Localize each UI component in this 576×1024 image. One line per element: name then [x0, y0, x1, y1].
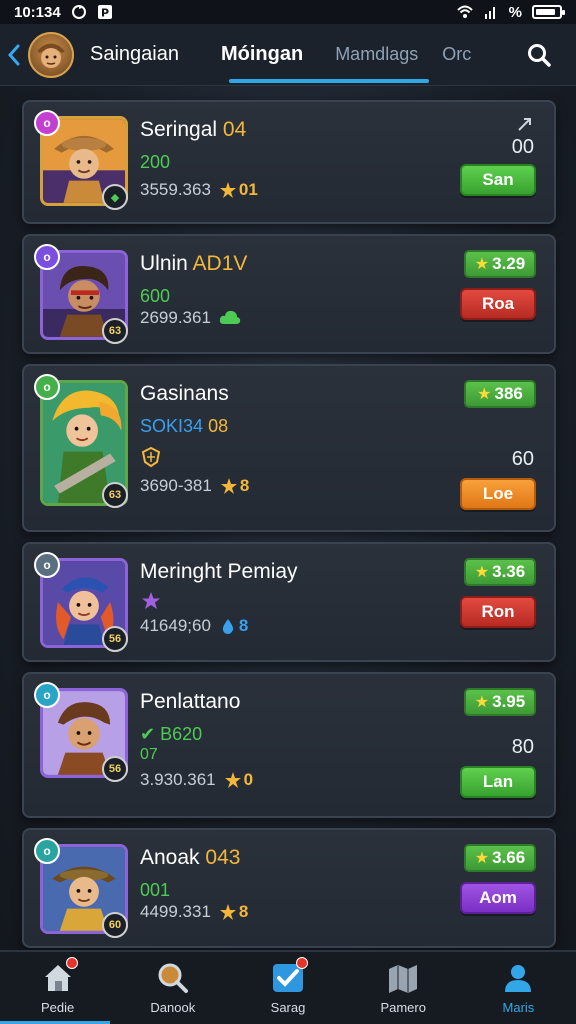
tab-moingan[interactable]: Móingan: [209, 24, 315, 85]
player-avatar[interactable]: [28, 31, 74, 78]
level-badge: ◆: [102, 184, 128, 210]
action-button[interactable]: Loe: [460, 478, 536, 510]
action-button[interactable]: San: [460, 164, 536, 196]
item-count: 00: [511, 136, 534, 158]
active-tab-indicator: [229, 79, 429, 83]
chevron-left-icon: [7, 44, 20, 65]
character-meta: 3690-381 8: [140, 476, 250, 496]
character-meta: 2699.361: [140, 308, 241, 328]
character-name: Ulnin AD1V: [140, 252, 248, 275]
nav-item-pedie[interactable]: Pedie: [0, 952, 115, 1024]
nav-item-pamero[interactable]: Pamero: [346, 952, 461, 1024]
battery-percent: %: [508, 3, 522, 21]
check-icon: [270, 957, 308, 995]
character-name: Meringht Pemiay: [140, 560, 298, 583]
clock: 10:134: [14, 3, 61, 21]
battery-icon: [532, 5, 565, 19]
top-header: Saingaian Móingan Mamdlags Orc: [0, 24, 576, 86]
action-button[interactable]: Lan: [460, 766, 536, 798]
level-badge: 60: [102, 912, 128, 938]
item-count: 80: [511, 736, 534, 758]
star-burst-icon: [219, 182, 236, 198]
coin-reward: 8: [219, 616, 248, 636]
action-button[interactable]: Aom: [460, 882, 536, 914]
rating-badge: ★ 386: [464, 380, 536, 408]
list-item[interactable]: o 60 Anoak 043 001 4499.331 8 ★ 3.66 Aom: [22, 828, 556, 948]
search-button[interactable]: [516, 32, 562, 78]
list-item[interactable]: o ◆ Seringal 04 200 3559.363 01 00 San: [22, 100, 556, 224]
list-item[interactable]: o 63 Gasinans SOKI34 08 3690-381 8 ★ 386 …: [22, 364, 556, 532]
search-icon: [528, 43, 551, 67]
character-name: Penlattano: [140, 690, 241, 713]
cloud-icon: [219, 310, 241, 324]
tab-saingaian[interactable]: Saingaian: [78, 24, 191, 85]
coin-reward: 0: [224, 770, 253, 790]
character-subscore: 07: [140, 746, 158, 763]
profile-icon: [500, 961, 536, 995]
character-face-icon: [37, 43, 65, 68]
wifi-icon: [456, 4, 473, 20]
rank-badge: o: [34, 838, 60, 864]
character-name: Anoak 043: [140, 846, 241, 869]
back-button[interactable]: [2, 35, 26, 75]
star-burst-icon: [224, 772, 241, 788]
character-score: 200: [140, 152, 171, 172]
star-burst-icon: [220, 478, 237, 494]
search-icon: [155, 961, 191, 995]
list-item[interactable]: o 56 Penlattano ✔ B620 07 3.930.361 0 ★ 3…: [22, 672, 556, 818]
notification-badge: [296, 957, 308, 969]
character-name: Seringal 04: [140, 118, 247, 141]
rating-badge: ★ 3.95: [464, 688, 536, 716]
map-icon: [385, 961, 421, 995]
star-burst-icon: [219, 904, 236, 920]
level-badge: 56: [102, 626, 128, 652]
character-meta: 4499.331 8: [140, 902, 249, 922]
list-item[interactable]: o 63 Ulnin AD1V 600 2699.361 ★ 3.29 Roa: [22, 234, 556, 354]
home-icon: [40, 957, 78, 995]
rank-badge: o: [34, 552, 60, 578]
character-meta: 3559.363 01: [140, 180, 258, 200]
rank-badge: o: [34, 374, 60, 400]
character-name: Gasinans: [140, 382, 229, 405]
level-badge: 63: [102, 482, 128, 508]
item-count: 60: [511, 448, 534, 470]
notification-badge: [65, 957, 78, 969]
coin-reward: 8: [219, 902, 248, 922]
nav-item-sarag[interactable]: Sarag: [230, 952, 345, 1024]
app-notification-icon: P: [97, 4, 113, 20]
share-arrow-icon[interactable]: [516, 116, 534, 134]
signal-icon: [483, 4, 499, 20]
coin-reward: 01: [219, 180, 258, 200]
rating-badge: ★ 3.36: [464, 558, 536, 586]
character-score: ✔ B620: [140, 724, 203, 744]
level-badge: 63: [102, 318, 128, 344]
character-score: 001: [140, 880, 171, 900]
tab-orc[interactable]: Orc: [430, 24, 483, 85]
rank-badge: o: [34, 110, 60, 136]
coin-reward: 8: [220, 476, 249, 496]
tab-bar: Saingaian Móingan Mamdlags Orc: [74, 24, 516, 85]
tab-mamdlags[interactable]: Mamdlags: [323, 24, 430, 85]
rating-badge: ★ 3.66: [464, 844, 536, 872]
shield-icon: [140, 446, 162, 468]
rank-badge: o: [34, 244, 60, 270]
character-tag: SOKI34 08: [140, 416, 229, 436]
svg-text:P: P: [101, 7, 109, 20]
list-item[interactable]: o 56 Meringht Pemiay 41649;60 8 ★ 3.36 Ro…: [22, 542, 556, 662]
drop-icon: [222, 619, 234, 634]
character-meta: 3.930.361 0: [140, 770, 254, 790]
level-badge: 56: [102, 756, 128, 782]
status-bar: 10:134 P %: [0, 0, 576, 24]
nav-item-maris[interactable]: Maris: [461, 952, 576, 1024]
sync-icon: [71, 4, 87, 20]
nav-item-danook[interactable]: Danook: [115, 952, 230, 1024]
character-score: 600: [140, 286, 171, 306]
action-button[interactable]: Roa: [460, 288, 536, 320]
rank-badge: o: [34, 682, 60, 708]
rating-badge: ★ 3.29: [464, 250, 536, 278]
action-button[interactable]: Ron: [460, 596, 536, 628]
star-icon: [140, 590, 162, 612]
character-meta: 41649;60 8: [140, 616, 249, 636]
bottom-navigation: Pedie Danook Sarag Pamero Maris: [0, 950, 576, 1024]
